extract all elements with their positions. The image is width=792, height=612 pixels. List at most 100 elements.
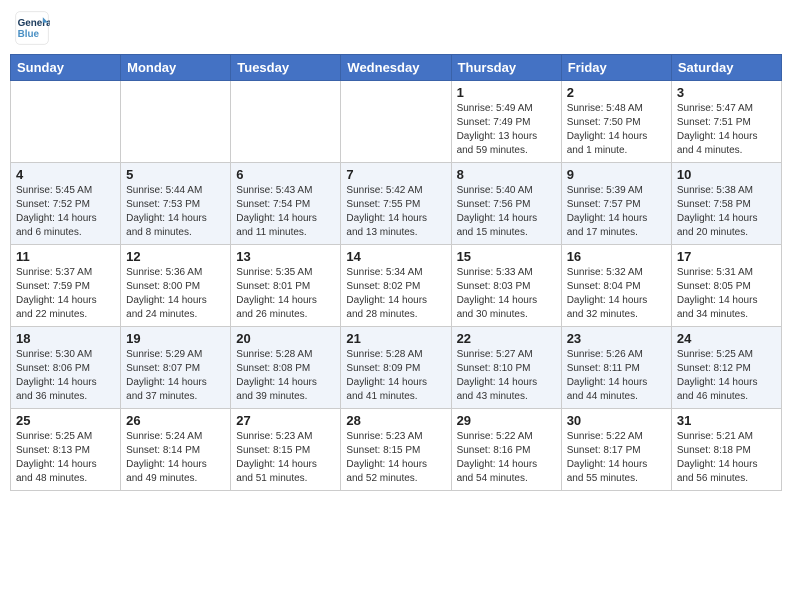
calendar-body: 1 Sunrise: 5:49 AM Sunset: 7:49 PM Daylig… [11, 81, 782, 491]
calendar-cell-11: 8 Sunrise: 5:40 AM Sunset: 7:56 PM Daylig… [451, 163, 561, 245]
calendar-cell-4: 1 Sunrise: 5:49 AM Sunset: 7:49 PM Daylig… [451, 81, 561, 163]
day-info: Sunrise: 5:44 AM Sunset: 7:53 PM Dayligh… [126, 184, 225, 240]
calendar-cell-27: 24 Sunrise: 5:25 AM Sunset: 8:12 PM Dayli… [671, 327, 781, 409]
day-info: Sunrise: 5:31 AM Sunset: 8:05 PM Dayligh… [677, 266, 776, 322]
calendar-cell-19: 16 Sunrise: 5:32 AM Sunset: 8:04 PM Dayli… [561, 245, 671, 327]
calendar-cell-12: 9 Sunrise: 5:39 AM Sunset: 7:57 PM Daylig… [561, 163, 671, 245]
day-info: Sunrise: 5:39 AM Sunset: 7:57 PM Dayligh… [567, 184, 666, 240]
calendar-cell-29: 26 Sunrise: 5:24 AM Sunset: 8:14 PM Dayli… [121, 409, 231, 491]
calendar-cell-3 [341, 81, 451, 163]
day-info: Sunrise: 5:21 AM Sunset: 8:18 PM Dayligh… [677, 430, 776, 486]
calendar-cell-14: 11Sunrise: 5:37 AM Sunset: 7:59 PM Dayli… [11, 245, 121, 327]
day-info: Sunrise: 5:36 AM Sunset: 8:00 PM Dayligh… [126, 266, 225, 322]
day-number: 23 [567, 331, 666, 346]
day-number: 3 [677, 85, 776, 100]
day-number: 10 [677, 167, 776, 182]
day-info: Sunrise: 5:26 AM Sunset: 8:11 PM Dayligh… [567, 348, 666, 404]
calendar-week-1: 1 Sunrise: 5:49 AM Sunset: 7:49 PM Daylig… [11, 81, 782, 163]
calendar-week-2: 4 Sunrise: 5:45 AM Sunset: 7:52 PM Daylig… [11, 163, 782, 245]
day-number: 6 [236, 167, 335, 182]
calendar-cell-21: 18 Sunrise: 5:30 AM Sunset: 8:06 PM Dayli… [11, 327, 121, 409]
day-info: Sunrise: 5:38 AM Sunset: 7:58 PM Dayligh… [677, 184, 776, 240]
calendar-table: SundayMondayTuesdayWednesdayThursdayFrid… [10, 54, 782, 491]
day-number: 19 [126, 331, 225, 346]
calendar-cell-24: 21Sunrise: 5:28 AM Sunset: 8:09 PM Dayli… [341, 327, 451, 409]
day-number: 7 [346, 167, 445, 182]
day-number: 13 [236, 249, 335, 264]
weekday-header-sunday: Sunday [11, 55, 121, 81]
day-number: 20 [236, 331, 335, 346]
day-info: Sunrise: 5:35 AM Sunset: 8:01 PM Dayligh… [236, 266, 335, 322]
day-info: Sunrise: 5:22 AM Sunset: 8:16 PM Dayligh… [457, 430, 556, 486]
day-number: 30 [567, 413, 666, 428]
day-info: Sunrise: 5:48 AM Sunset: 7:50 PM Dayligh… [567, 102, 666, 158]
calendar-cell-32: 29 Sunrise: 5:22 AM Sunset: 8:16 PM Dayli… [451, 409, 561, 491]
calendar-cell-13: 10 Sunrise: 5:38 AM Sunset: 7:58 PM Dayli… [671, 163, 781, 245]
day-number: 31 [677, 413, 776, 428]
day-number: 12 [126, 249, 225, 264]
day-number: 5 [126, 167, 225, 182]
day-number: 29 [457, 413, 556, 428]
day-info: Sunrise: 5:30 AM Sunset: 8:06 PM Dayligh… [16, 348, 115, 404]
day-info: Sunrise: 5:23 AM Sunset: 8:15 PM Dayligh… [236, 430, 335, 486]
weekday-header-thursday: Thursday [451, 55, 561, 81]
day-info: Sunrise: 5:32 AM Sunset: 8:04 PM Dayligh… [567, 266, 666, 322]
day-number: 15 [457, 249, 556, 264]
day-number: 26 [126, 413, 225, 428]
day-number: 11 [16, 249, 115, 264]
calendar-cell-15: 12 Sunrise: 5:36 AM Sunset: 8:00 PM Dayli… [121, 245, 231, 327]
day-info: Sunrise: 5:28 AM Sunset: 8:09 PM Dayligh… [346, 348, 445, 404]
calendar-cell-6: 3 Sunrise: 5:47 AM Sunset: 7:51 PM Daylig… [671, 81, 781, 163]
day-number: 9 [567, 167, 666, 182]
day-info: Sunrise: 5:49 AM Sunset: 7:49 PM Dayligh… [457, 102, 556, 158]
calendar-cell-31: 28Sunrise: 5:23 AM Sunset: 8:15 PM Dayli… [341, 409, 451, 491]
calendar-cell-34: 31 Sunrise: 5:21 AM Sunset: 8:18 PM Dayli… [671, 409, 781, 491]
calendar-cell-28: 25 Sunrise: 5:25 AM Sunset: 8:13 PM Dayli… [11, 409, 121, 491]
day-info: Sunrise: 5:47 AM Sunset: 7:51 PM Dayligh… [677, 102, 776, 158]
day-info: Sunrise: 5:24 AM Sunset: 8:14 PM Dayligh… [126, 430, 225, 486]
day-number: 18 [16, 331, 115, 346]
day-info: Sunrise: 5:22 AM Sunset: 8:17 PM Dayligh… [567, 430, 666, 486]
day-number: 8 [457, 167, 556, 182]
calendar-week-3: 11Sunrise: 5:37 AM Sunset: 7:59 PM Dayli… [11, 245, 782, 327]
calendar-cell-9: 6Sunrise: 5:43 AM Sunset: 7:54 PM Daylig… [231, 163, 341, 245]
day-number: 16 [567, 249, 666, 264]
calendar-cell-5: 2 Sunrise: 5:48 AM Sunset: 7:50 PM Daylig… [561, 81, 671, 163]
calendar-cell-17: 14Sunrise: 5:34 AM Sunset: 8:02 PM Dayli… [341, 245, 451, 327]
day-info: Sunrise: 5:42 AM Sunset: 7:55 PM Dayligh… [346, 184, 445, 240]
weekday-header-saturday: Saturday [671, 55, 781, 81]
day-number: 1 [457, 85, 556, 100]
weekday-header-monday: Monday [121, 55, 231, 81]
weekday-header-tuesday: Tuesday [231, 55, 341, 81]
calendar-cell-0 [11, 81, 121, 163]
page-header: General Blue [10, 10, 782, 46]
day-info: Sunrise: 5:23 AM Sunset: 8:15 PM Dayligh… [346, 430, 445, 486]
weekday-header-row: SundayMondayTuesdayWednesdayThursdayFrid… [11, 55, 782, 81]
calendar-cell-26: 23 Sunrise: 5:26 AM Sunset: 8:11 PM Dayli… [561, 327, 671, 409]
calendar-cell-16: 13 Sunrise: 5:35 AM Sunset: 8:01 PM Dayli… [231, 245, 341, 327]
weekday-header-wednesday: Wednesday [341, 55, 451, 81]
day-info: Sunrise: 5:25 AM Sunset: 8:13 PM Dayligh… [16, 430, 115, 486]
day-number: 17 [677, 249, 776, 264]
calendar-cell-23: 20 Sunrise: 5:28 AM Sunset: 8:08 PM Dayli… [231, 327, 341, 409]
calendar-cell-10: 7 Sunrise: 5:42 AM Sunset: 7:55 PM Daylig… [341, 163, 451, 245]
day-info: Sunrise: 5:45 AM Sunset: 7:52 PM Dayligh… [16, 184, 115, 240]
calendar-cell-20: 17 Sunrise: 5:31 AM Sunset: 8:05 PM Dayli… [671, 245, 781, 327]
day-number: 24 [677, 331, 776, 346]
day-info: Sunrise: 5:28 AM Sunset: 8:08 PM Dayligh… [236, 348, 335, 404]
weekday-header-friday: Friday [561, 55, 671, 81]
day-number: 2 [567, 85, 666, 100]
calendar-cell-2 [231, 81, 341, 163]
calendar-cell-25: 22 Sunrise: 5:27 AM Sunset: 8:10 PM Dayli… [451, 327, 561, 409]
day-number: 22 [457, 331, 556, 346]
svg-text:Blue: Blue [18, 29, 40, 40]
day-info: Sunrise: 5:25 AM Sunset: 8:12 PM Dayligh… [677, 348, 776, 404]
calendar-cell-8: 5 Sunrise: 5:44 AM Sunset: 7:53 PM Daylig… [121, 163, 231, 245]
logo: General Blue [14, 10, 50, 46]
day-info: Sunrise: 5:27 AM Sunset: 8:10 PM Dayligh… [457, 348, 556, 404]
calendar-cell-1 [121, 81, 231, 163]
day-number: 4 [16, 167, 115, 182]
calendar-cell-30: 27Sunrise: 5:23 AM Sunset: 8:15 PM Dayli… [231, 409, 341, 491]
day-info: Sunrise: 5:40 AM Sunset: 7:56 PM Dayligh… [457, 184, 556, 240]
day-number: 25 [16, 413, 115, 428]
